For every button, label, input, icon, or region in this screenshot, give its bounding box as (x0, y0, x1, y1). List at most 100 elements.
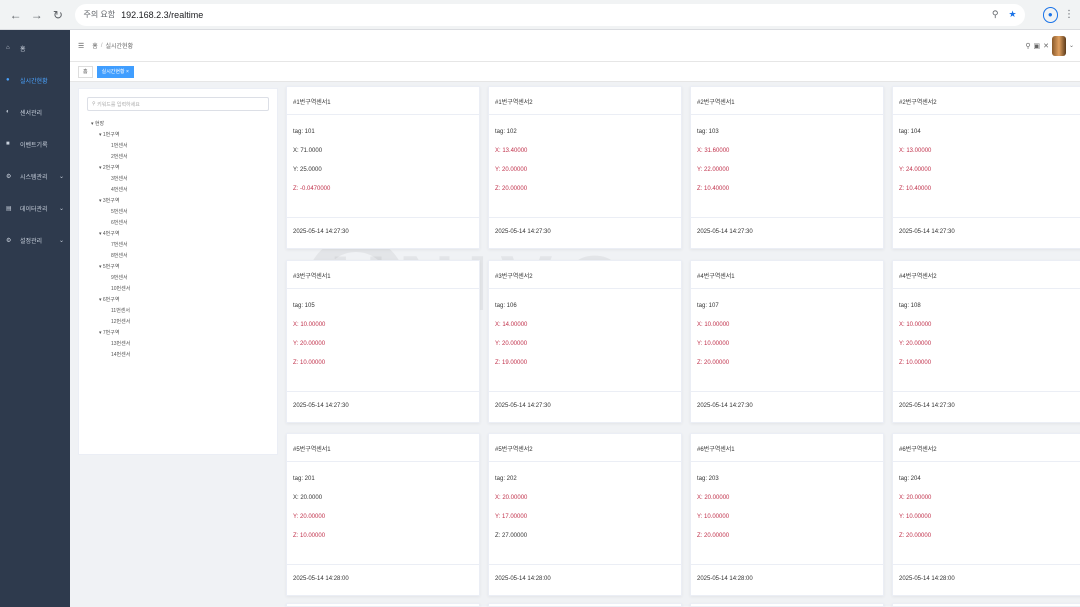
sensor-card[interactable]: #3번구역센서2 tag: 106 X: 14.00000 Y: 20.00000 Z:… (488, 260, 682, 423)
sensor-card[interactable]: #5번구역센서1 tag: 201 X: 20.0000 Y: 20.00000 Z: … (286, 433, 480, 596)
tree-search-placeholder: 키워드를 입력하세요 (97, 101, 140, 108)
sensor-tag: tag: 105 (293, 303, 315, 309)
sensor-value-x: X: 13.00000 (899, 148, 932, 154)
tree-node[interactable]: ▾ 현장 (87, 119, 269, 130)
sensor-value-y: Y: 20.00000 (293, 341, 326, 347)
sensor-value-z: Z: 20.00000 (697, 360, 730, 366)
sensor-tag: tag: 104 (899, 129, 921, 135)
tree-node[interactable]: ▾ 3번구역 (87, 196, 269, 207)
tag-realtime[interactable]: 실시간현황 × (96, 65, 134, 78)
tree-node[interactable]: ▾ 5번구역 (87, 262, 269, 273)
sensor-card-body: tag: 107 X: 10.00000 Y: 10.00000 Z: 20.0000… (691, 289, 883, 392)
forward-icon[interactable]: → (27, 5, 46, 25)
sidebar-item-label: 설정관리 (20, 238, 43, 245)
tree-node[interactable]: ▾ 6번구역 (87, 295, 269, 306)
tree-node[interactable]: 14번센서 (87, 350, 269, 361)
sensor-value-z: Z: 10.40000 (697, 186, 730, 192)
tree-node[interactable]: 7번센서 (87, 240, 269, 251)
url-text[interactable]: 192.168.2.3/realtime (121, 10, 982, 20)
tree-node[interactable]: ▾ 2번구역 (87, 163, 269, 174)
sensor-card[interactable]: #6번구역센서1 tag: 203 X: 20.00000 Y: 10.00000 Z:… (690, 433, 884, 596)
sidebar-item-settings[interactable]: ⚙ 설정관리 ⌄ (0, 224, 70, 256)
tree-node-label: 현장 (94, 121, 105, 127)
sensor-value-y: Y: 17.00000 (495, 514, 528, 520)
tree-node[interactable]: 13번센서 (87, 339, 269, 350)
event-icon: ■ (6, 141, 10, 147)
tree-node[interactable]: ▾ 7번구역 (87, 328, 269, 339)
address-bar[interactable]: 주의 요함 192.168.2.3/realtime ⚲ ★ (75, 3, 1025, 26)
tree-node-label: 8번센서 (111, 253, 128, 259)
tree-node-list: ▾ 현장 ▾ 1번구역 1번센서 2번센서 ▾ 2번구역 3번센서 4번센서 ▾ 3번구역 5번… (87, 119, 269, 361)
sensor-card[interactable]: #2번구역센서2 tag: 104 X: 13.00000 Y: 24.00000 Z:… (892, 86, 1080, 249)
sidebar-item-system[interactable]: ⚙ 시스템관리 ⌄ (0, 160, 70, 192)
avatar[interactable] (1051, 35, 1066, 56)
sensor-card-title: #2번구역센서1 (691, 87, 883, 115)
bookmark-star-icon[interactable]: ★ (1009, 9, 1017, 20)
sensor-card-title: #6번구역센서2 (893, 434, 1080, 462)
sensor-card-partial[interactable] (286, 603, 480, 607)
sidebar: ⌂ 홈 ● 실시간현황 ◐ 센서관리 ■ 이벤트기록 ⚙ 시스템관리 ⌄ ▤ 데이터관리 ⌄ ⚙… (0, 30, 70, 607)
sensor-card[interactable]: #5번구역센서2 tag: 202 X: 20.00000 Y: 17.00000 Z:… (488, 433, 682, 596)
tree-search-input[interactable]: ⚲ 키워드를 입력하세요 (87, 97, 269, 111)
sensor-card-body: tag: 105 X: 10.00000 Y: 20.00000 Z: 10.0000… (287, 289, 479, 392)
sensor-timestamp: 2025-05-14 14:28:00 (495, 576, 551, 582)
sensor-value-y: Y: 20.00000 (293, 514, 326, 520)
breadcrumb-home[interactable]: 홈 (92, 41, 98, 50)
sensor-value-z: Z: 10.00000 (899, 360, 932, 366)
chevron-down-icon[interactable]: ⌄ (1069, 42, 1074, 49)
sidebar-item-home[interactable]: ⌂ 홈 (0, 32, 70, 64)
sensor-card[interactable]: #4번구역센서1 tag: 107 X: 10.00000 Y: 10.00000 Z:… (690, 260, 884, 423)
tree-node[interactable]: 2번센서 (87, 152, 269, 163)
sensor-value-y: Y: 22.00000 (697, 167, 730, 173)
sidebar-item-events[interactable]: ■ 이벤트기록 (0, 128, 70, 160)
monitor-icon: ● (6, 77, 10, 83)
sensor-card[interactable]: #3번구역센서1 tag: 105 X: 10.00000 Y: 20.00000 Z:… (286, 260, 480, 423)
sensor-tag: tag: 204 (899, 476, 921, 482)
profile-icon[interactable]: ● (1042, 6, 1058, 23)
security-label[interactable]: 주의 요함 (83, 9, 115, 20)
sensor-card-partial[interactable] (690, 603, 884, 607)
sidebar-item-sensors[interactable]: ◐ 센서관리 (0, 96, 70, 128)
tree-node-label: 5번센서 (111, 209, 128, 215)
sensor-card-title: #3번구역센서2 (489, 261, 681, 289)
tree-node[interactable]: 12번센서 (87, 317, 269, 328)
sidebar-item-realtime[interactable]: ● 실시간현황 (0, 64, 70, 96)
sensor-card[interactable]: #1번구역센서1 tag: 101 X: 71.0000 Y: 25.0000 Z: -… (286, 86, 480, 249)
sensor-card[interactable]: #6번구역센서2 tag: 204 X: 20.00000 Y: 10.00000 Z:… (892, 433, 1080, 596)
tree-node[interactable]: 9번센서 (87, 273, 269, 284)
sensor-card[interactable]: #4번구역센서2 tag: 108 X: 10.00000 Y: 20.00000 Z:… (892, 260, 1080, 423)
tag-home[interactable]: 홈 (78, 65, 93, 78)
sensor-card[interactable]: #1번구역센서2 tag: 102 X: 13.40000 Y: 20.00000 Z:… (488, 86, 682, 249)
sensor-timestamp: 2025-05-14 14:27:30 (697, 229, 753, 235)
sensor-card[interactable]: #2번구역센서1 tag: 103 X: 31.60000 Y: 22.00000 Z:… (690, 86, 884, 249)
tree-node[interactable]: 10번센서 (87, 284, 269, 295)
reload-icon[interactable]: ↻ (48, 5, 67, 25)
sensor-value-x: X: 20.00000 (697, 495, 730, 501)
home-icon: ⌂ (6, 45, 10, 51)
back-icon[interactable]: ← (6, 5, 25, 25)
tree-node[interactable]: ▾ 4번구역 (87, 229, 269, 240)
sensor-card-partial[interactable] (488, 603, 682, 607)
tree-node[interactable]: ▾ 1번구역 (87, 130, 269, 141)
sensor-card-partial[interactable] (892, 603, 1080, 607)
tree-node[interactable]: 3번센서 (87, 174, 269, 185)
zoom-icon[interactable]: ⚲ (992, 9, 999, 20)
sensor-card-title: #5번구역센서1 (287, 434, 479, 462)
tree-node[interactable]: 1번센서 (87, 141, 269, 152)
sidebar-item-data[interactable]: ▤ 데이터관리 ⌄ (0, 192, 70, 224)
tree-node[interactable]: 4번센서 (87, 185, 269, 196)
menu-toggle-icon[interactable]: ☰ (78, 42, 84, 50)
tree-node[interactable]: 11번센서 (87, 306, 269, 317)
fullscreen-icon[interactable]: ▣ (1033, 42, 1040, 50)
close-icon[interactable]: ✕ (1043, 42, 1049, 50)
browser-menu-icon[interactable]: ⋮ (1064, 9, 1074, 20)
search-icon[interactable]: ⚲ (1025, 42, 1030, 50)
tree-node[interactable]: 8번센서 (87, 251, 269, 262)
tree-node-label: 2번센서 (111, 154, 128, 160)
sensor-tag: tag: 102 (495, 129, 517, 135)
tree-node[interactable]: 5번센서 (87, 207, 269, 218)
sensor-value-z: Z: 20.00000 (899, 533, 932, 539)
sensor-value-y: Y: 10.00000 (697, 514, 730, 520)
sensor-value-z: Z: 10.40000 (899, 186, 932, 192)
tree-node[interactable]: 6번센서 (87, 218, 269, 229)
